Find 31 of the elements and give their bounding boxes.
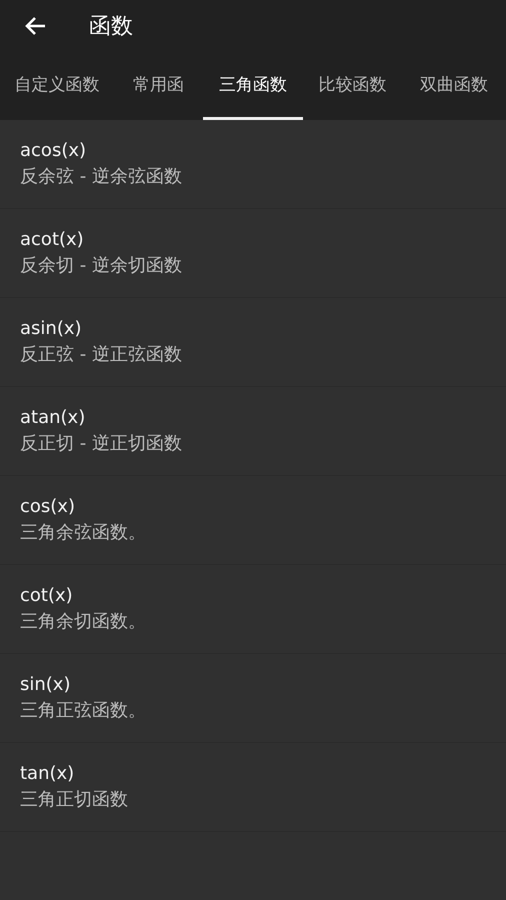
tab[interactable]: 三角函数 xyxy=(203,52,303,120)
function-name: cos(x) xyxy=(20,495,75,519)
back-arrow-icon xyxy=(24,16,46,36)
tab[interactable]: 双曲函数 xyxy=(402,52,506,120)
function-name: sin(x) xyxy=(20,673,70,697)
function-item[interactable]: acot(x) 反余切 - 逆余切函数 xyxy=(0,209,506,298)
function-description: 反正切 - 逆正切函数 xyxy=(20,432,182,456)
function-description: 三角余弦函数。 xyxy=(20,521,146,545)
function-item[interactable]: asin(x) 反正弦 - 逆正弦函数 xyxy=(0,298,506,387)
function-item[interactable]: acos(x) 反余弦 - 逆余弦函数 xyxy=(0,120,506,209)
tab[interactable]: 常用函 xyxy=(114,52,203,120)
function-description: 三角余切函数。 xyxy=(20,610,146,634)
function-item[interactable]: cos(x) 三角余弦函数。 xyxy=(0,476,506,565)
tab[interactable]: 比较函数 xyxy=(303,52,402,120)
function-item[interactable]: atan(x) 反正切 - 逆正切函数 xyxy=(0,387,506,476)
function-name: asin(x) xyxy=(20,317,82,341)
function-name: acos(x) xyxy=(20,139,86,163)
screen-title: 函数 xyxy=(89,12,133,40)
function-description: 三角正弦函数。 xyxy=(20,699,146,723)
function-item[interactable]: cot(x) 三角余切函数。 xyxy=(0,565,506,654)
function-description: 反余切 - 逆余切函数 xyxy=(20,254,182,278)
function-item[interactable]: tan(x) 三角正切函数 xyxy=(0,743,506,832)
function-name: acot(x) xyxy=(20,228,84,252)
function-name: atan(x) xyxy=(20,406,86,430)
function-description: 反正弦 - 逆正弦函数 xyxy=(20,343,182,367)
tab[interactable]: 自定义函数 xyxy=(0,52,114,120)
function-name: cot(x) xyxy=(20,584,73,608)
function-item[interactable]: sin(x) 三角正弦函数。 xyxy=(0,654,506,743)
function-description: 三角正切函数 xyxy=(20,788,128,812)
function-name: tan(x) xyxy=(20,762,74,786)
function-description: 反余弦 - 逆余弦函数 xyxy=(20,165,182,189)
